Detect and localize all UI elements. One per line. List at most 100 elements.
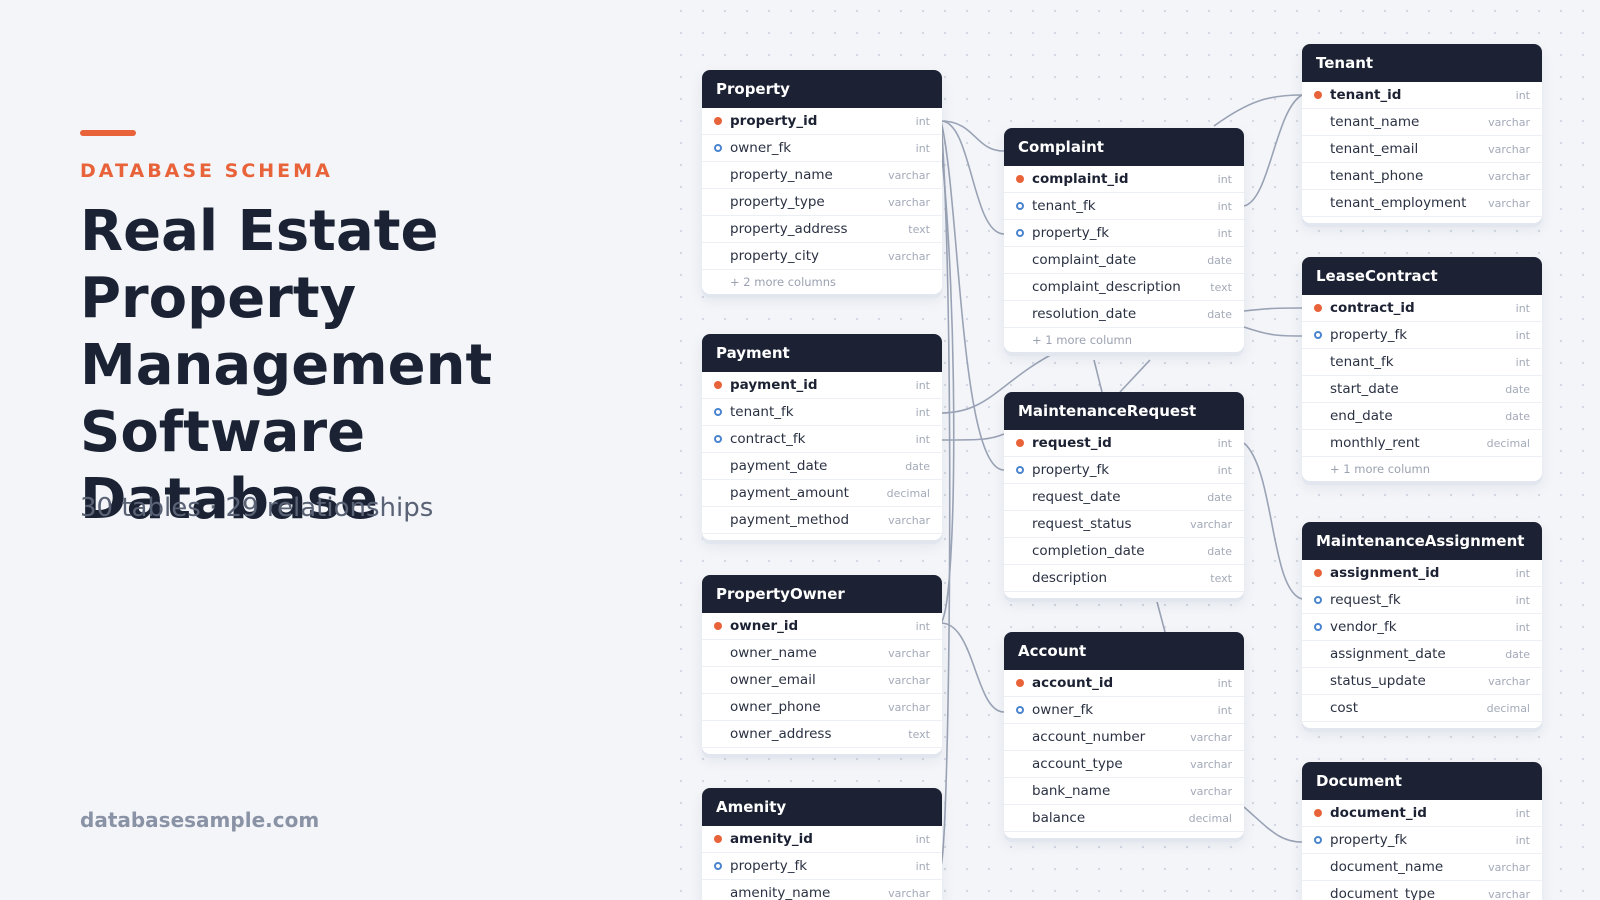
column-row[interactable]: vendor_fk int <box>1302 614 1542 641</box>
column-name: property_address <box>730 221 848 237</box>
column-row[interactable]: tenant_fk int <box>1302 349 1542 376</box>
column-row[interactable]: assignment_date date <box>1302 641 1542 668</box>
column-row[interactable]: document_type varchar <box>1302 881 1542 900</box>
foreign-key-icon <box>1314 835 1330 845</box>
column-row[interactable]: owner_address text <box>702 721 942 748</box>
column-row[interactable]: request_date date <box>1004 484 1244 511</box>
column-row[interactable]: account_number varchar <box>1004 724 1244 751</box>
column-name: end_date <box>1330 408 1393 424</box>
column-name: account_number <box>1032 729 1146 745</box>
column-name: complaint_description <box>1032 279 1181 295</box>
column-row[interactable]: owner_email varchar <box>702 667 942 694</box>
column-spacer <box>1016 309 1032 319</box>
column-row[interactable]: property_address text <box>702 216 942 243</box>
table-document[interactable]: Document document_id int property_fk int docu… <box>1302 762 1542 900</box>
column-row[interactable]: bank_name varchar <box>1004 778 1244 805</box>
column-row[interactable]: payment_id int <box>702 372 942 399</box>
column-type: int <box>915 114 930 128</box>
column-row[interactable]: contract_fk int <box>702 426 942 453</box>
column-name: payment_method <box>730 512 850 528</box>
column-row[interactable]: document_id int <box>1302 800 1542 827</box>
column-row[interactable]: tenant_id int <box>1302 82 1542 109</box>
table-maintenance-request[interactable]: MaintenanceRequest request_id int property_… <box>1004 392 1244 598</box>
column-row[interactable]: property_fk int <box>702 853 942 880</box>
column-row[interactable]: tenant_email varchar <box>1302 136 1542 163</box>
column-row[interactable]: request_fk int <box>1302 587 1542 614</box>
column-spacer <box>714 888 730 898</box>
column-row[interactable]: tenant_fk int <box>1004 193 1244 220</box>
column-row[interactable]: status_update varchar <box>1302 668 1542 695</box>
table-amenity[interactable]: Amenity amenity_id int property_fk int amenit… <box>702 788 942 900</box>
column-row[interactable]: complaint_description text <box>1004 274 1244 301</box>
column-row[interactable]: payment_method varchar <box>702 507 942 534</box>
column-row[interactable]: amenity_id int <box>702 826 942 853</box>
table-property-owner[interactable]: PropertyOwner owner_id int owner_name varcha… <box>702 575 942 754</box>
column-row[interactable]: balance decimal <box>1004 805 1244 832</box>
table-lease-contract[interactable]: LeaseContract contract_id int property_fk in… <box>1302 257 1542 481</box>
column-type: varchar <box>1488 142 1530 156</box>
column-row[interactable]: owner_phone varchar <box>702 694 942 721</box>
column-row[interactable]: tenant_fk int <box>702 399 942 426</box>
column-name: bank_name <box>1032 783 1111 799</box>
column-row[interactable]: complaint_id int <box>1004 166 1244 193</box>
column-type: varchar <box>1190 730 1232 744</box>
more-columns-link[interactable]: + 1 more column <box>1004 328 1244 352</box>
more-columns-link[interactable]: + 2 more columns <box>702 270 942 294</box>
more-columns-link[interactable]: + 1 more column <box>1302 457 1542 481</box>
table-payment[interactable]: Payment payment_id int tenant_fk int contract… <box>702 334 942 540</box>
column-row[interactable]: tenant_employment varchar <box>1302 190 1542 217</box>
column-row[interactable]: property_fk int <box>1302 322 1542 349</box>
column-row[interactable]: account_id int <box>1004 670 1244 697</box>
column-row[interactable]: completion_date date <box>1004 538 1244 565</box>
column-row[interactable]: request_status varchar <box>1004 511 1244 538</box>
column-row[interactable]: property_city varchar <box>702 243 942 270</box>
column-row[interactable]: property_fk int <box>1004 457 1244 484</box>
column-row[interactable]: owner_fk int <box>702 135 942 162</box>
table-title: Document <box>1302 762 1542 800</box>
column-row[interactable]: resolution_date date <box>1004 301 1244 328</box>
table-complaint[interactable]: Complaint complaint_id int tenant_fk int prop… <box>1004 128 1244 352</box>
column-row[interactable]: tenant_phone varchar <box>1302 163 1542 190</box>
column-row[interactable]: monthly_rent decimal <box>1302 430 1542 457</box>
column-type: int <box>915 378 930 392</box>
column-row[interactable]: property_fk int <box>1302 827 1542 854</box>
column-row[interactable]: description text <box>1004 565 1244 592</box>
column-row[interactable]: payment_date date <box>702 453 942 480</box>
column-type: date <box>1207 307 1232 321</box>
column-row[interactable]: property_fk int <box>1004 220 1244 247</box>
column-row[interactable]: tenant_name varchar <box>1302 109 1542 136</box>
column-type: text <box>1210 571 1232 585</box>
column-row[interactable]: request_id int <box>1004 430 1244 457</box>
table-maintenance-assignment[interactable]: MaintenanceAssignment assignment_id int req… <box>1302 522 1542 728</box>
column-row[interactable]: owner_id int <box>702 613 942 640</box>
column-type: int <box>915 859 930 873</box>
column-type: varchar <box>888 700 930 714</box>
column-row[interactable]: account_type varchar <box>1004 751 1244 778</box>
column-row[interactable]: cost decimal <box>1302 695 1542 722</box>
column-row[interactable]: end_date date <box>1302 403 1542 430</box>
column-row[interactable]: payment_amount decimal <box>702 480 942 507</box>
column-name: completion_date <box>1032 543 1145 559</box>
foreign-key-icon <box>1016 228 1032 238</box>
primary-key-icon <box>1314 568 1330 578</box>
column-row[interactable]: document_name varchar <box>1302 854 1542 881</box>
table-tenant[interactable]: Tenant tenant_id int tenant_name varchar tena… <box>1302 44 1542 223</box>
column-type: varchar <box>1488 887 1530 900</box>
column-row[interactable]: owner_fk int <box>1004 697 1244 724</box>
column-row[interactable]: property_name varchar <box>702 162 942 189</box>
column-row[interactable]: amenity_name varchar <box>702 880 942 900</box>
column-type: varchar <box>888 513 930 527</box>
table-property[interactable]: Property property_id int owner_fk int propert… <box>702 70 942 294</box>
column-row[interactable]: complaint_date date <box>1004 247 1244 274</box>
table-title: MaintenanceAssignment <box>1302 522 1542 560</box>
table-account[interactable]: Account account_id int owner_fk int account_n… <box>1004 632 1244 838</box>
primary-key-icon <box>714 834 730 844</box>
column-row[interactable]: property_id int <box>702 108 942 135</box>
column-row[interactable]: start_date date <box>1302 376 1542 403</box>
column-row[interactable]: contract_id int <box>1302 295 1542 322</box>
column-row[interactable]: property_type varchar <box>702 189 942 216</box>
column-row[interactable]: owner_name varchar <box>702 640 942 667</box>
table-footer <box>1302 217 1542 223</box>
column-row[interactable]: assignment_id int <box>1302 560 1542 587</box>
foreign-key-icon <box>1314 595 1330 605</box>
